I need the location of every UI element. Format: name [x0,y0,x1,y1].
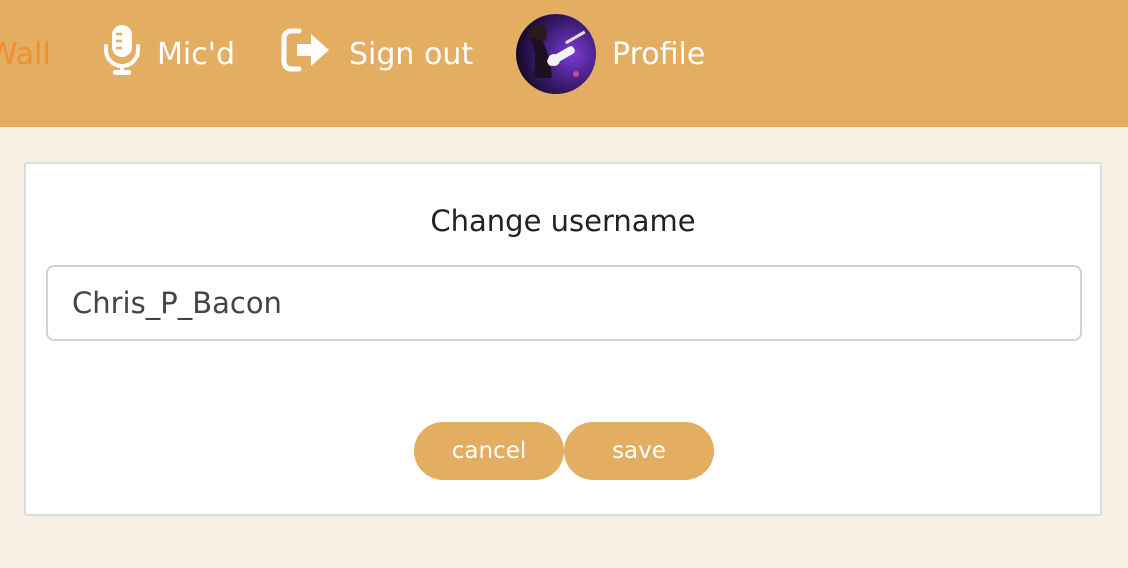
avatar [516,14,596,94]
nav-link-micd-label: Mic'd [157,36,236,72]
nav-link-wall[interactable]: Wall [0,0,51,108]
save-button[interactable]: save [564,422,714,480]
nav-link-profile-label: Profile [612,36,706,72]
change-username-card: Change username cancel save [24,162,1102,516]
sign-out-icon [281,27,333,81]
nav-link-sign-out-label: Sign out [349,36,474,72]
nav-link-wall-label: Wall [0,36,51,72]
nav-link-profile[interactable]: Profile [516,0,705,108]
cancel-button[interactable]: cancel [414,422,564,480]
username-input[interactable] [46,265,1082,341]
top-navbar: Wall Mic'd Sign out Profile [0,0,1128,127]
page-title: Change username [430,204,696,238]
microphone-icon [103,24,141,84]
nav-link-micd[interactable]: Mic'd [103,0,235,108]
nav-link-sign-out[interactable]: Sign out [281,0,473,108]
